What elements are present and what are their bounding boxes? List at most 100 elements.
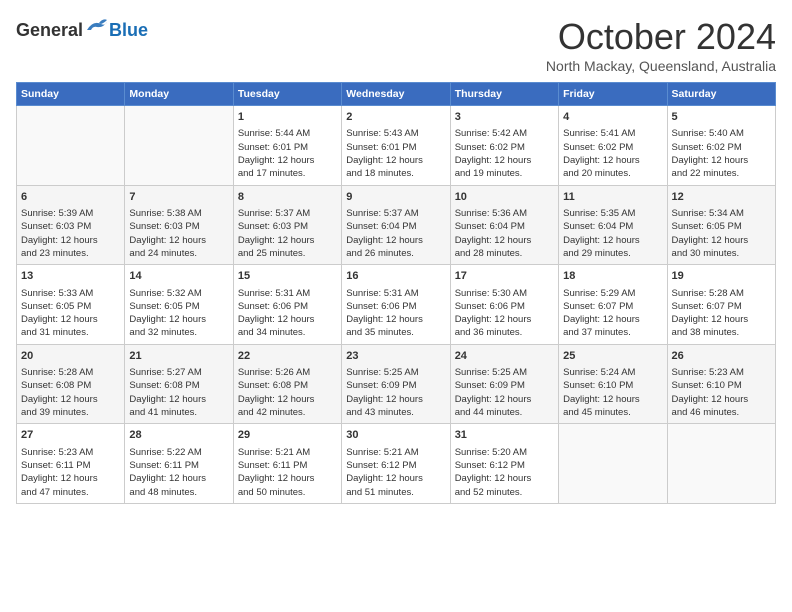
day-info: Sunrise: 5:35 AM Sunset: 6:04 PM Dayligh… (563, 207, 662, 260)
day-number: 9 (346, 190, 445, 205)
day-number: 2 (346, 110, 445, 125)
day-number: 27 (21, 428, 120, 443)
day-info: Sunrise: 5:21 AM Sunset: 6:11 PM Dayligh… (238, 446, 337, 499)
day-number: 6 (21, 190, 120, 205)
day-of-week-header: Sunday (17, 83, 125, 106)
logo: General Blue (16, 16, 148, 41)
day-number: 10 (455, 190, 554, 205)
calendar-day-cell: 8Sunrise: 5:37 AM Sunset: 6:03 PM Daylig… (233, 185, 341, 265)
calendar-day-cell: 21 Sunrise: 5:27 AM Sunset: 6:08 PM Dayli… (125, 344, 233, 424)
day-info: Sunrise: 5:40 AM Sunset: 6:02 PM Dayligh… (672, 127, 771, 180)
calendar-day-cell: 1 Sunrise: 5:44 AM Sunset: 6:01 PM Daylig… (233, 106, 341, 186)
calendar-day-cell: 16 Sunrise: 5:31 AM Sunset: 6:06 PM Dayli… (342, 265, 450, 345)
logo-blue-text: Blue (109, 20, 148, 41)
calendar-day-cell (17, 106, 125, 186)
calendar-day-cell (559, 424, 667, 504)
calendar-week-row: 27 Sunrise: 5:23 AM Sunset: 6:11 PM Dayli… (17, 424, 776, 504)
calendar-day-cell: 22Sunrise: 5:26 AM Sunset: 6:08 PM Dayli… (233, 344, 341, 424)
day-info: Sunrise: 5:29 AM Sunset: 6:07 PM Dayligh… (563, 287, 662, 340)
calendar-day-cell: 5 Sunrise: 5:40 AM Sunset: 6:02 PM Daylig… (667, 106, 775, 186)
month-title: October 2024 (546, 16, 776, 58)
day-info: Sunrise: 5:24 AM Sunset: 6:10 PM Dayligh… (563, 366, 662, 419)
day-info: Sunrise: 5:41 AM Sunset: 6:02 PM Dayligh… (563, 127, 662, 180)
day-number: 5 (672, 110, 771, 125)
calendar-body: 1 Sunrise: 5:44 AM Sunset: 6:01 PM Daylig… (17, 106, 776, 504)
day-info: Sunrise: 5:43 AM Sunset: 6:01 PM Dayligh… (346, 127, 445, 180)
day-number: 4 (563, 110, 662, 125)
calendar-day-cell: 17 Sunrise: 5:30 AM Sunset: 6:06 PM Dayli… (450, 265, 558, 345)
logo-bird-icon (85, 16, 109, 36)
calendar-day-cell: 26Sunrise: 5:23 AM Sunset: 6:10 PM Dayli… (667, 344, 775, 424)
calendar-day-cell: 10 Sunrise: 5:36 AM Sunset: 6:04 PM Dayli… (450, 185, 558, 265)
day-info: Sunrise: 5:28 AM Sunset: 6:08 PM Dayligh… (21, 366, 120, 419)
day-info: Sunrise: 5:25 AM Sunset: 6:09 PM Dayligh… (346, 366, 445, 419)
day-number: 17 (455, 269, 554, 284)
calendar-day-cell: 23 Sunrise: 5:25 AM Sunset: 6:09 PM Dayli… (342, 344, 450, 424)
day-info: Sunrise: 5:26 AM Sunset: 6:08 PM Dayligh… (238, 366, 337, 419)
day-number: 31 (455, 428, 554, 443)
day-number: 14 (129, 269, 228, 284)
day-info: Sunrise: 5:32 AM Sunset: 6:05 PM Dayligh… (129, 287, 228, 340)
day-number: 18 (563, 269, 662, 284)
day-of-week-header: Thursday (450, 83, 558, 106)
day-info: Sunrise: 5:22 AM Sunset: 6:11 PM Dayligh… (129, 446, 228, 499)
day-number: 25 (563, 349, 662, 364)
day-info: Sunrise: 5:27 AM Sunset: 6:08 PM Dayligh… (129, 366, 228, 419)
day-number: 30 (346, 428, 445, 443)
calendar-day-cell: 27 Sunrise: 5:23 AM Sunset: 6:11 PM Dayli… (17, 424, 125, 504)
day-number: 12 (672, 190, 771, 205)
page-header: General Blue October 2024 North Mackay, … (16, 16, 776, 74)
day-info: Sunrise: 5:23 AM Sunset: 6:11 PM Dayligh… (21, 446, 120, 499)
calendar-day-cell: 29Sunrise: 5:21 AM Sunset: 6:11 PM Dayli… (233, 424, 341, 504)
day-number: 3 (455, 110, 554, 125)
day-number: 21 (129, 349, 228, 364)
day-number: 19 (672, 269, 771, 284)
day-info: Sunrise: 5:38 AM Sunset: 6:03 PM Dayligh… (129, 207, 228, 260)
day-number: 23 (346, 349, 445, 364)
day-number: 20 (21, 349, 120, 364)
day-number: 7 (129, 190, 228, 205)
calendar-day-cell: 19Sunrise: 5:28 AM Sunset: 6:07 PM Dayli… (667, 265, 775, 345)
calendar-header-row: SundayMondayTuesdayWednesdayThursdayFrid… (17, 83, 776, 106)
day-info: Sunrise: 5:44 AM Sunset: 6:01 PM Dayligh… (238, 127, 337, 180)
calendar-day-cell: 25 Sunrise: 5:24 AM Sunset: 6:10 PM Dayli… (559, 344, 667, 424)
calendar-day-cell: 3 Sunrise: 5:42 AM Sunset: 6:02 PM Daylig… (450, 106, 558, 186)
calendar-day-cell: 4 Sunrise: 5:41 AM Sunset: 6:02 PM Daylig… (559, 106, 667, 186)
day-info: Sunrise: 5:20 AM Sunset: 6:12 PM Dayligh… (455, 446, 554, 499)
day-info: Sunrise: 5:42 AM Sunset: 6:02 PM Dayligh… (455, 127, 554, 180)
calendar-day-cell: 24 Sunrise: 5:25 AM Sunset: 6:09 PM Dayli… (450, 344, 558, 424)
day-number: 16 (346, 269, 445, 284)
day-of-week-header: Wednesday (342, 83, 450, 106)
day-of-week-header: Tuesday (233, 83, 341, 106)
day-number: 15 (238, 269, 337, 284)
day-info: Sunrise: 5:30 AM Sunset: 6:06 PM Dayligh… (455, 287, 554, 340)
calendar-day-cell: 2 Sunrise: 5:43 AM Sunset: 6:01 PM Daylig… (342, 106, 450, 186)
day-number: 26 (672, 349, 771, 364)
day-info: Sunrise: 5:34 AM Sunset: 6:05 PM Dayligh… (672, 207, 771, 260)
day-info: Sunrise: 5:31 AM Sunset: 6:06 PM Dayligh… (346, 287, 445, 340)
day-of-week-header: Saturday (667, 83, 775, 106)
title-block: October 2024 North Mackay, Queensland, A… (546, 16, 776, 74)
calendar-week-row: 1 Sunrise: 5:44 AM Sunset: 6:01 PM Daylig… (17, 106, 776, 186)
calendar-day-cell: 28 Sunrise: 5:22 AM Sunset: 6:11 PM Dayli… (125, 424, 233, 504)
location-title: North Mackay, Queensland, Australia (546, 58, 776, 74)
calendar-day-cell: 12 Sunrise: 5:34 AM Sunset: 6:05 PM Dayli… (667, 185, 775, 265)
day-info: Sunrise: 5:33 AM Sunset: 6:05 PM Dayligh… (21, 287, 120, 340)
calendar-day-cell: 15Sunrise: 5:31 AM Sunset: 6:06 PM Dayli… (233, 265, 341, 345)
calendar-day-cell: 30Sunrise: 5:21 AM Sunset: 6:12 PM Dayli… (342, 424, 450, 504)
calendar-day-cell (667, 424, 775, 504)
day-number: 1 (238, 110, 337, 125)
calendar-day-cell (125, 106, 233, 186)
day-number: 11 (563, 190, 662, 205)
calendar-day-cell: 31 Sunrise: 5:20 AM Sunset: 6:12 PM Dayli… (450, 424, 558, 504)
day-number: 28 (129, 428, 228, 443)
day-info: Sunrise: 5:25 AM Sunset: 6:09 PM Dayligh… (455, 366, 554, 419)
calendar-day-cell: 11 Sunrise: 5:35 AM Sunset: 6:04 PM Dayli… (559, 185, 667, 265)
day-info: Sunrise: 5:36 AM Sunset: 6:04 PM Dayligh… (455, 207, 554, 260)
day-number: 24 (455, 349, 554, 364)
logo-general-text: General (16, 20, 83, 41)
calendar-week-row: 20 Sunrise: 5:28 AM Sunset: 6:08 PM Dayli… (17, 344, 776, 424)
calendar-day-cell: 13Sunrise: 5:33 AM Sunset: 6:05 PM Dayli… (17, 265, 125, 345)
calendar-week-row: 6 Sunrise: 5:39 AM Sunset: 6:03 PM Daylig… (17, 185, 776, 265)
day-info: Sunrise: 5:39 AM Sunset: 6:03 PM Dayligh… (21, 207, 120, 260)
